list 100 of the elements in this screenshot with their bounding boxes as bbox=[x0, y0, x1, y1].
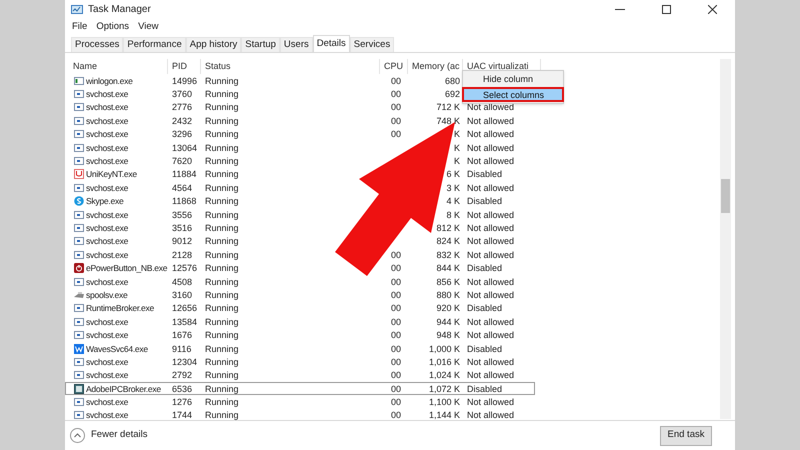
cpu-cell: 00 bbox=[390, 102, 401, 112]
status-cell: Running bbox=[205, 116, 239, 126]
context-menu-item[interactable]: Select columns bbox=[462, 87, 564, 102]
tab[interactable]: Users bbox=[280, 37, 313, 52]
status-cell: Running bbox=[205, 290, 239, 300]
status-cell: Running bbox=[205, 89, 239, 100]
menu-item[interactable]: File bbox=[72, 20, 88, 34]
memory-cell: 880 K bbox=[436, 290, 460, 300]
memory-cell: K bbox=[454, 129, 460, 140]
tab[interactable]: Details bbox=[312, 35, 350, 52]
menu-item[interactable]: View bbox=[138, 20, 158, 34]
scrollbar-thumb[interactable] bbox=[721, 179, 730, 213]
memory-cell: 812 K bbox=[436, 223, 460, 233]
cpu-cell: 00 bbox=[390, 330, 401, 340]
cpu-cell: 00 bbox=[390, 370, 401, 380]
column-header[interactable]: Status bbox=[200, 59, 379, 74]
fewer-details-link[interactable]: Fewer details bbox=[91, 428, 148, 443]
process-row[interactable]: UniKeyNT.exe 11884 Running 6 K Disabled bbox=[65, 168, 535, 182]
uac-cell: Disabled bbox=[467, 263, 502, 274]
uac-cell: Disabled bbox=[467, 384, 502, 394]
memory-cell: 3 K bbox=[446, 182, 460, 193]
column-header[interactable]: Name bbox=[65, 59, 167, 74]
process-row[interactable]: svchost.exe 1744 Running 00 1,144 K Not allowed bbox=[65, 408, 535, 420]
cpu-cell: 00 bbox=[390, 250, 401, 260]
status-cell: Running bbox=[205, 384, 239, 394]
process-row[interactable]: svchost.exe 2432 Running 00 748 K Not allowed bbox=[65, 114, 535, 128]
column-header[interactable]: PID bbox=[167, 59, 200, 74]
window-icon bbox=[74, 142, 84, 153]
status-cell: Running bbox=[205, 316, 239, 327]
window-icon bbox=[74, 303, 84, 314]
process-row[interactable]: svchost.exe 13064 Running K Not allowed bbox=[65, 140, 535, 154]
tab[interactable]: Startup bbox=[241, 37, 280, 52]
window-icon bbox=[74, 102, 84, 112]
tab[interactable]: App history bbox=[186, 37, 242, 52]
uac-cell: Not allowed bbox=[467, 156, 514, 166]
memory-cell: 944 K bbox=[436, 316, 460, 327]
status-cell: Running bbox=[205, 236, 239, 246]
pid-cell: 4508 bbox=[172, 276, 192, 287]
process-name: svchost.exe bbox=[86, 248, 128, 261]
end-task-button[interactable]: End task bbox=[660, 426, 712, 446]
status-cell: Running bbox=[205, 142, 239, 153]
process-row[interactable]: RuntimeBroker.exe 12656 Running 00 920 K Disabled bbox=[65, 302, 535, 316]
process-row[interactable]: svchost.exe 2776 Running 00 712 K Not allowed bbox=[65, 100, 535, 114]
memory-cell: 1,000 K bbox=[428, 344, 460, 354]
process-row[interactable]: svchost.exe 13584 Running 00 944 K Not allowed bbox=[65, 315, 535, 328]
pid-cell: 1676 bbox=[172, 330, 192, 340]
process-row[interactable]: Skype.exe 11868 Running 4 K Disabled bbox=[65, 194, 535, 208]
tab[interactable]: Performance bbox=[123, 37, 186, 52]
waves-icon bbox=[74, 344, 84, 354]
process-row[interactable]: svchost.exe 7620 Running K Not allowed bbox=[65, 154, 535, 168]
window-icon bbox=[74, 384, 84, 394]
process-row[interactable]: svchost.exe 2128 Running 00 832 K Not allowed bbox=[65, 248, 535, 262]
window-icon bbox=[74, 182, 84, 193]
uac-cell: Not allowed bbox=[467, 356, 514, 367]
process-row[interactable]: svchost.exe 2792 Running 00 1,024 K Not allowed bbox=[65, 368, 535, 382]
scrollbar[interactable] bbox=[720, 59, 731, 419]
status-cell: Running bbox=[205, 410, 239, 420]
process-row[interactable]: svchost.exe 9012 Running 824 K Not allowed bbox=[65, 234, 535, 248]
chevron-up-icon[interactable] bbox=[70, 428, 85, 443]
memory-cell: 824 K bbox=[436, 236, 460, 246]
process-row[interactable]: svchost.exe 3556 Running 8 K Not allowed bbox=[65, 208, 535, 222]
window-icon bbox=[74, 410, 84, 420]
memory-cell: 1,100 K bbox=[428, 397, 460, 408]
process-name: svchost.exe bbox=[86, 182, 128, 194]
process-row[interactable]: WavesSvc64.exe 9116 Running 00 1,000 K Disabled bbox=[65, 342, 535, 356]
cpu-cell: 00 bbox=[390, 89, 401, 100]
memory-cell: 6 K bbox=[446, 169, 460, 180]
process-row[interactable]: svchost.exe 4508 Running 00 856 K Not allowed bbox=[65, 274, 535, 288]
process-name: Skype.exe bbox=[86, 195, 124, 208]
process-row[interactable]: svchost.exe 3296 Running 00 K Not allowed bbox=[65, 128, 535, 141]
uac-cell: Not allowed bbox=[467, 410, 514, 420]
window-icon bbox=[74, 236, 84, 246]
pid-cell: 2128 bbox=[172, 250, 192, 260]
pid-cell: 3296 bbox=[172, 129, 192, 140]
process-row[interactable]: svchost.exe 12304 Running 00 1,016 K Not allowed bbox=[65, 355, 535, 369]
window-title: Task Manager bbox=[88, 3, 151, 17]
column-header[interactable]: CPU bbox=[379, 59, 407, 74]
status-cell: Running bbox=[205, 263, 239, 274]
process-row[interactable]: svchost.exe 4564 Running 3 K Not allowed bbox=[65, 181, 535, 195]
tab[interactable]: Processes bbox=[71, 37, 124, 52]
process-name: WavesSvc64.exe bbox=[86, 342, 148, 355]
cpu-cell: 00 bbox=[390, 303, 401, 314]
status-cell: Running bbox=[205, 210, 239, 220]
process-row[interactable]: svchost.exe 1676 Running 00 948 K Not allowed bbox=[65, 328, 535, 342]
process-row[interactable]: AdobeIPCBroker.exe 6536 Running 00 1,072 K Disabled bbox=[65, 382, 535, 396]
process-row[interactable]: ePowerButton_NB.exe 12576 Running 00 844 K Disabled bbox=[65, 261, 535, 275]
pid-cell: 1744 bbox=[172, 410, 192, 420]
process-row[interactable]: svchost.exe 3516 Running 812 K Not allowed bbox=[65, 221, 535, 235]
process-name: svchost.exe bbox=[86, 128, 128, 140]
process-row[interactable]: svchost.exe 1276 Running 00 1,100 K Not allowed bbox=[65, 395, 535, 409]
process-name: svchost.exe bbox=[86, 356, 128, 368]
tab[interactable]: Services bbox=[350, 37, 394, 52]
window-icon bbox=[74, 316, 84, 327]
context-menu-item[interactable]: Hide column bbox=[463, 72, 563, 87]
uac-cell: Not allowed bbox=[467, 397, 514, 408]
window-icon bbox=[74, 397, 84, 408]
process-row[interactable]: spoolsv.exe 3160 Running 00 880 K Not allowed bbox=[65, 288, 535, 302]
process-name: RuntimeBroker.exe bbox=[86, 302, 154, 314]
menu-item[interactable]: Options bbox=[96, 20, 130, 34]
status-cell: Running bbox=[205, 129, 239, 140]
